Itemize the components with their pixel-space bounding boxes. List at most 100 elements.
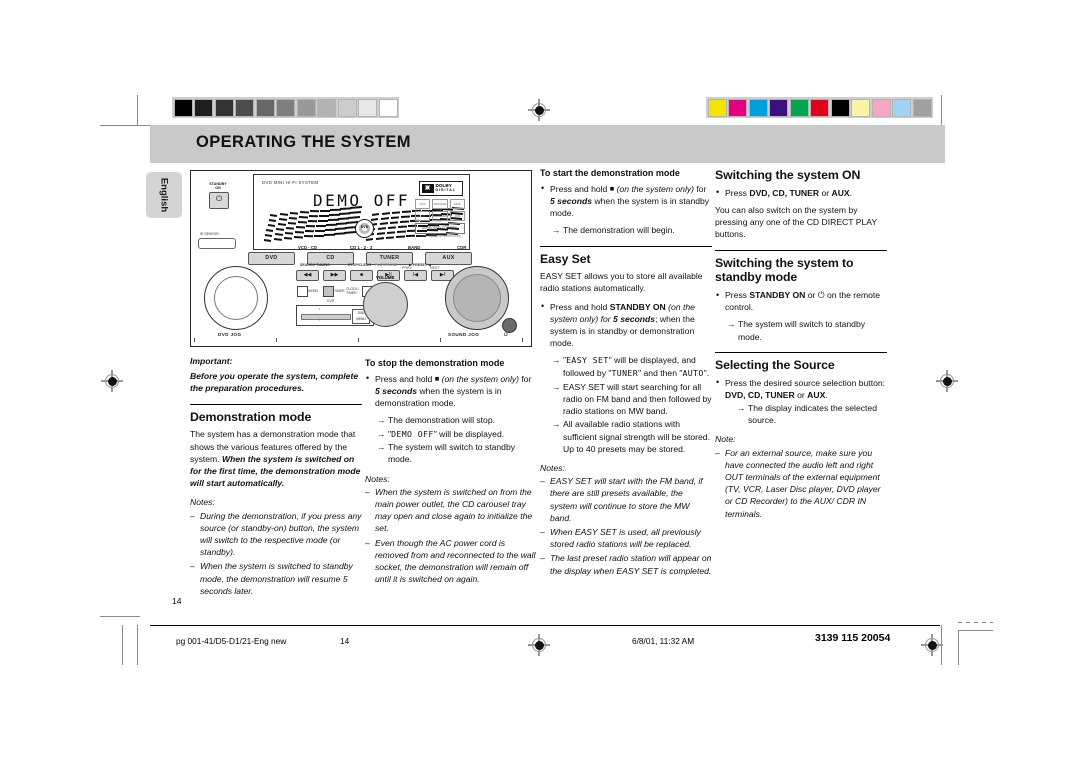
important-heading: Important: bbox=[190, 356, 233, 366]
display-segment bbox=[289, 212, 299, 215]
stop-demo-results: The demonstration will stop. "DEMO OFF" … bbox=[365, 414, 537, 465]
display-segment bbox=[343, 230, 356, 234]
list-item: The system will switch to standby mode. bbox=[727, 318, 887, 342]
list-item: The display indicates the selected sourc… bbox=[737, 402, 887, 426]
device-button-search-forward[interactable]: ▶▶ bbox=[323, 270, 346, 281]
display-segment bbox=[265, 234, 273, 237]
device-button-stop[interactable]: ■ bbox=[350, 270, 373, 281]
device-button-timer[interactable] bbox=[323, 286, 334, 297]
easy-set-results: "EASY SET" will be displayed, and follow… bbox=[540, 354, 712, 455]
stop-text-b: (on the system only) bbox=[441, 373, 520, 384]
easy-set-steps: Press and hold STANDBY ON (on the system… bbox=[540, 300, 712, 350]
list-item: "EASY SET" will be displayed, and follow… bbox=[552, 354, 712, 379]
panel-tick bbox=[358, 338, 359, 342]
lcd-text-easy-set: EASY SET bbox=[566, 355, 609, 366]
column-4: Switching the system ON Press DVD, CD, T… bbox=[715, 168, 887, 525]
display-segment bbox=[276, 228, 285, 231]
heading-stop-demo: To stop the demonstration mode bbox=[365, 358, 505, 368]
sound-jog-label: SOUND JOG bbox=[448, 332, 480, 337]
display-segment bbox=[305, 230, 315, 233]
note-item: When EASY SET is used, all previously st… bbox=[540, 526, 712, 550]
display-segment bbox=[269, 214, 278, 217]
power-standby-button[interactable] bbox=[209, 192, 229, 209]
list-item: Press the desired source selection butto… bbox=[715, 376, 887, 427]
notes-label-3: Notes: bbox=[540, 462, 565, 473]
start-demo-steps: Press and hold ■ (on the system only) fo… bbox=[540, 182, 712, 220]
calibration-swatch bbox=[851, 98, 870, 117]
device-label-demo: DEMO bbox=[308, 289, 319, 293]
display-segment bbox=[314, 234, 324, 237]
notes-list-3: EASY SET will start with the FM band, if… bbox=[540, 475, 712, 577]
display-segment bbox=[316, 224, 327, 227]
volume-knob[interactable] bbox=[363, 282, 408, 327]
transport-button-row: ◀◀ ▶▶ ■ ▶II I◀ ▶I bbox=[296, 270, 454, 281]
easyset-text-c: for bbox=[600, 313, 611, 324]
indicator-surround-sub: L-TOP / REVERSE / SUBWOOFER bbox=[419, 235, 461, 238]
crop-line-bottom-left-vertical-2 bbox=[137, 625, 138, 665]
panel-tick bbox=[440, 338, 441, 342]
display-segment bbox=[267, 224, 275, 227]
standby-button-label: STANDBY ON bbox=[209, 182, 227, 191]
stop-demo-steps: Press and hold ■ (on the system only) fo… bbox=[365, 372, 537, 410]
note-list-4: For an external source, make sure you ha… bbox=[715, 447, 887, 520]
dvd-jog-label: DVD JOG bbox=[218, 332, 242, 337]
device-button-demo[interactable] bbox=[297, 286, 308, 297]
source-keys: DVD, CD, TUNER bbox=[725, 389, 795, 400]
dvd-slider-track[interactable] bbox=[301, 314, 351, 320]
dvd-slider-dot-down: ▪ bbox=[319, 318, 321, 322]
control-label-search-tuning: SEARCH TUNING bbox=[300, 263, 330, 267]
display-segment bbox=[317, 219, 328, 222]
device-button-dvd[interactable]: DVD bbox=[248, 252, 295, 265]
device-display-panel: DVD MINI HI-FI SYSTEM DEMO OFF ▣ DOLBY DI… bbox=[253, 174, 470, 250]
ir-sensor-window bbox=[198, 238, 236, 249]
display-segment bbox=[397, 230, 407, 234]
display-segment bbox=[308, 215, 319, 218]
display-segment bbox=[277, 223, 286, 226]
crop-line-bottom-right-box-v bbox=[958, 630, 959, 665]
list-item: Press DVD, CD, TUNER or AUX. bbox=[715, 186, 887, 199]
display-segment bbox=[401, 210, 411, 214]
calibration-swatch bbox=[337, 98, 357, 117]
page-title: OPERATING THE SYSTEM bbox=[196, 133, 411, 151]
list-item: Press and hold ■ (on the system only) fo… bbox=[365, 372, 537, 410]
display-segment bbox=[378, 227, 387, 231]
on-keys: DVD, CD, TUNER bbox=[749, 187, 820, 198]
manual-page: OPERATING THE SYSTEM English STANDBYON I… bbox=[0, 0, 1080, 763]
display-segment bbox=[390, 216, 400, 220]
demonstration-paragraph: The system has a demonstration mode that… bbox=[190, 428, 362, 489]
dvd-jog-dial[interactable] bbox=[204, 266, 268, 330]
display-segment bbox=[327, 218, 339, 221]
section-divider bbox=[715, 249, 887, 251]
crop-line-left-vertical bbox=[137, 95, 138, 125]
device-button-aux[interactable]: AUX bbox=[425, 252, 472, 265]
dolby-symbol: ▣ bbox=[421, 184, 434, 193]
power-icon: ⏻ bbox=[817, 290, 825, 301]
list-item: Press and hold STANDBY ON (on the system… bbox=[540, 300, 712, 350]
stop-text-c: for bbox=[521, 373, 532, 384]
display-segment bbox=[279, 213, 288, 216]
display-segment bbox=[399, 220, 409, 224]
sound-jog-dial[interactable] bbox=[445, 266, 509, 330]
column-2: To stop the demonstration mode Press and… bbox=[365, 358, 537, 590]
start-text-b: (on the system only) bbox=[616, 183, 695, 194]
note-item: The last preset radio station will appea… bbox=[540, 552, 712, 576]
calibration-swatch bbox=[317, 98, 336, 117]
display-segment bbox=[309, 210, 320, 213]
section-divider bbox=[540, 245, 712, 247]
headphone-jack[interactable] bbox=[502, 318, 517, 333]
standby-or: or bbox=[807, 290, 816, 301]
registration-mark-bottom-right bbox=[921, 634, 943, 656]
note-item: EASY SET will start with the FM band, if… bbox=[540, 475, 712, 524]
device-button-prev[interactable]: I◀ bbox=[404, 270, 427, 281]
device-button-search-back[interactable]: ◀◀ bbox=[296, 270, 319, 281]
dolby-digital-logo: ▣ DOLBY DIGITAL bbox=[419, 181, 463, 196]
display-segment bbox=[365, 238, 374, 241]
display-segment bbox=[395, 235, 405, 239]
calibration-swatch bbox=[892, 98, 911, 117]
indicator-off: OFF bbox=[415, 199, 431, 209]
language-tab-label: English bbox=[158, 177, 170, 213]
device-label-clock-timer: CLOCK/TIMER bbox=[346, 287, 359, 295]
stop-text-seconds: 5 seconds bbox=[375, 385, 418, 396]
calibration-swatch bbox=[214, 98, 234, 117]
calibration-swatch bbox=[173, 98, 193, 117]
